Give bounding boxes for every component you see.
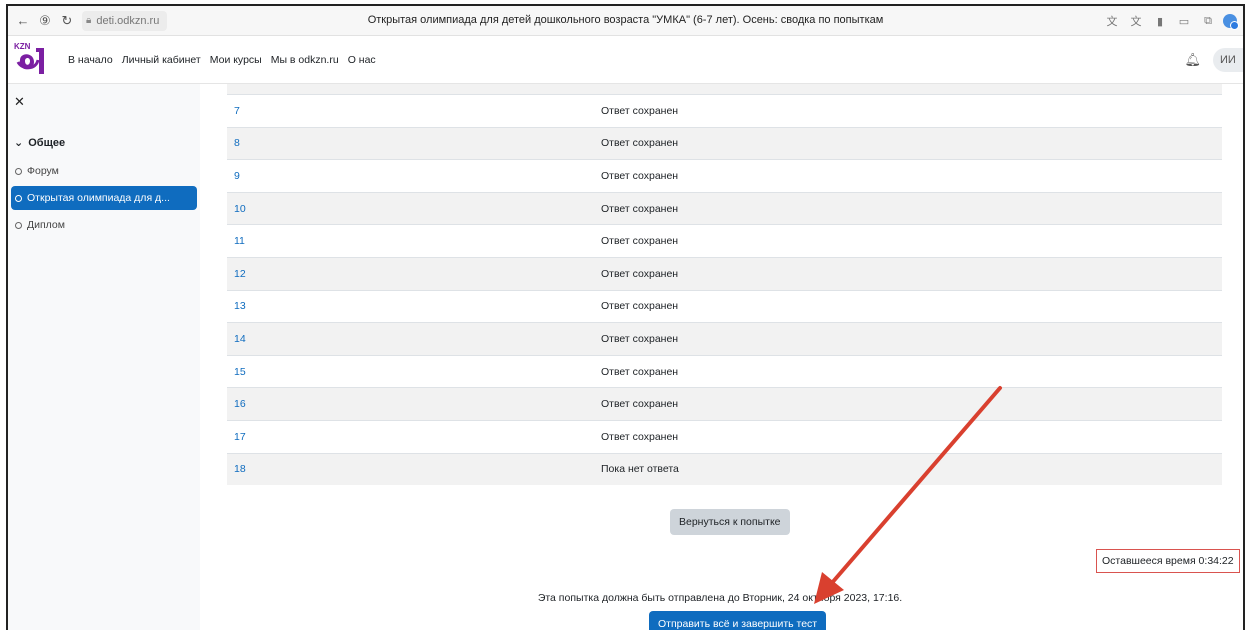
close-drawer-icon[interactable]: ✕	[14, 94, 25, 110]
question-status: Ответ сохранен	[601, 202, 679, 215]
svg-text:KZN: KZN	[14, 42, 31, 51]
back-icon[interactable]: ←	[12, 10, 34, 32]
question-status: Ответ сохранен	[601, 300, 679, 313]
table-row: 12 Ответ сохранен	[227, 256, 1222, 290]
url-text: deti.odkzn.ru	[96, 14, 160, 27]
translate-icon[interactable]: 文	[1103, 10, 1121, 32]
question-status: Ответ сохранен	[601, 104, 679, 117]
browser-window: ← ⑨ ↻ 🔒︎ deti.odkzn.ru Открытая олимпиад…	[6, 4, 1245, 630]
lock-icon: 🔒︎	[86, 15, 92, 26]
question-status: Ответ сохранен	[601, 398, 679, 411]
question-number-link[interactable]: 7	[227, 105, 601, 117]
course-index-drawer: ✕ ⌄ Общее Форум Открытая олимпиада для д.…	[8, 84, 200, 630]
time-remaining: Оставшееся время 0:34:22	[1096, 549, 1240, 573]
drawer-item[interactable]: Форум	[11, 159, 197, 183]
reader-icon[interactable]: 文	[1127, 10, 1145, 32]
logo-icon: KZN	[14, 42, 44, 74]
share-icon[interactable]: ⧉	[1199, 10, 1217, 32]
table-row: 18 Пока нет ответа	[227, 452, 1222, 486]
nav-link[interactable]: Мои курсы	[210, 54, 262, 66]
browser-toolbar: ← ⑨ ↻ 🔒︎ deti.odkzn.ru Открытая олимпиад…	[8, 6, 1243, 36]
circle-icon	[15, 194, 22, 202]
question-status: Ответ сохранен	[601, 169, 679, 182]
table-row: 10 Ответ сохранен	[227, 191, 1222, 225]
main-content: 7 Ответ сохранен 8 Ответ сохранен 9 Ответ сох…	[200, 84, 1243, 630]
question-status: Ответ сохранен	[601, 267, 679, 280]
question-status: Пока нет ответа	[601, 463, 679, 476]
question-number-link[interactable]: 14	[227, 333, 601, 345]
drawer-item-label: Форум	[27, 165, 59, 177]
primary-nav: В начало Личный кабинет Мои курсы Мы в odkz…	[68, 54, 376, 66]
bookmark-icon[interactable]: ▮	[1151, 10, 1169, 32]
question-number-link[interactable]: 17	[227, 431, 601, 443]
question-status: Ответ сохранен	[601, 365, 679, 378]
nav-link[interactable]: Мы в odkzn.ru	[271, 54, 339, 66]
table-row: 11 Ответ сохранен	[227, 224, 1222, 257]
notification-bell-icon[interactable]: 🔔︎	[1184, 52, 1201, 68]
question-status: Ответ сохранен	[601, 235, 679, 248]
table-row: 15 Ответ сохранен	[227, 354, 1222, 388]
question-number-link[interactable]: 11	[227, 235, 601, 247]
table-row: 13 Ответ сохранен	[227, 289, 1222, 323]
attempt-summary-table: 7 Ответ сохранен 8 Ответ сохранен 9 Ответ сох…	[227, 84, 1222, 486]
return-to-attempt-button[interactable]: Вернуться к попытке	[670, 509, 790, 535]
question-status: Ответ сохранен	[601, 332, 679, 345]
table-row-partial	[227, 84, 1222, 94]
circle-icon	[15, 221, 22, 229]
user-avatar[interactable]: ИИ	[1213, 48, 1243, 72]
extension-icon[interactable]	[1223, 14, 1239, 30]
question-status: Ответ сохранен	[601, 430, 679, 443]
drawer-item[interactable]: Диплом	[11, 213, 197, 237]
section-general[interactable]: ⌄ Общее	[14, 136, 66, 150]
yandex-icon[interactable]: ⑨	[34, 10, 56, 32]
table-row: 8 Ответ сохранен	[227, 126, 1222, 160]
table-row: 17 Ответ сохранен	[227, 419, 1222, 453]
drawer-item-label: Открытая олимпиада для д...	[27, 192, 170, 204]
question-status: Ответ сохранен	[601, 137, 679, 150]
question-number-link[interactable]: 12	[227, 268, 601, 280]
nav-link[interactable]: Личный кабинет	[122, 54, 201, 66]
page-tab-title: Открытая олимпиада для детей дошкольного…	[367, 14, 884, 26]
drawer-item-label: Диплом	[27, 219, 65, 231]
question-number-link[interactable]: 9	[227, 170, 601, 182]
question-number-link[interactable]: 16	[227, 398, 601, 410]
section-title: Общее	[28, 136, 66, 149]
chevron-down-icon: ⌄	[14, 137, 24, 149]
question-number-link[interactable]: 8	[227, 137, 601, 149]
nav-link[interactable]: О нас	[348, 54, 376, 66]
drawer-item[interactable]: Открытая олимпиада для д...	[11, 186, 197, 210]
site-logo[interactable]: KZN	[8, 38, 68, 82]
table-row: 14 Ответ сохранен	[227, 322, 1222, 355]
question-number-link[interactable]: 15	[227, 366, 601, 378]
battery-icon[interactable]: ▭	[1175, 10, 1193, 32]
deadline-notice: Эта попытка должна быть отправлена до Вт…	[537, 592, 903, 604]
table-row: 7 Ответ сохранен	[227, 94, 1222, 127]
reload-icon[interactable]: ↻	[56, 10, 78, 32]
nav-link[interactable]: В начало	[68, 54, 113, 66]
submit-all-finish-button[interactable]: Отправить всё и завершить тест	[649, 611, 827, 630]
site-navbar: KZN В начало Личный кабинет Мои курсы Мы в …	[8, 36, 1243, 84]
table-row: 16 Ответ сохранен	[227, 387, 1222, 420]
question-number-link[interactable]: 18	[227, 463, 601, 475]
question-number-link[interactable]: 10	[227, 203, 601, 215]
circle-icon	[15, 167, 22, 175]
question-number-link[interactable]: 13	[227, 300, 601, 312]
table-row: 9 Ответ сохранен	[227, 159, 1222, 192]
address-bar[interactable]: 🔒︎ deti.odkzn.ru	[82, 10, 168, 31]
